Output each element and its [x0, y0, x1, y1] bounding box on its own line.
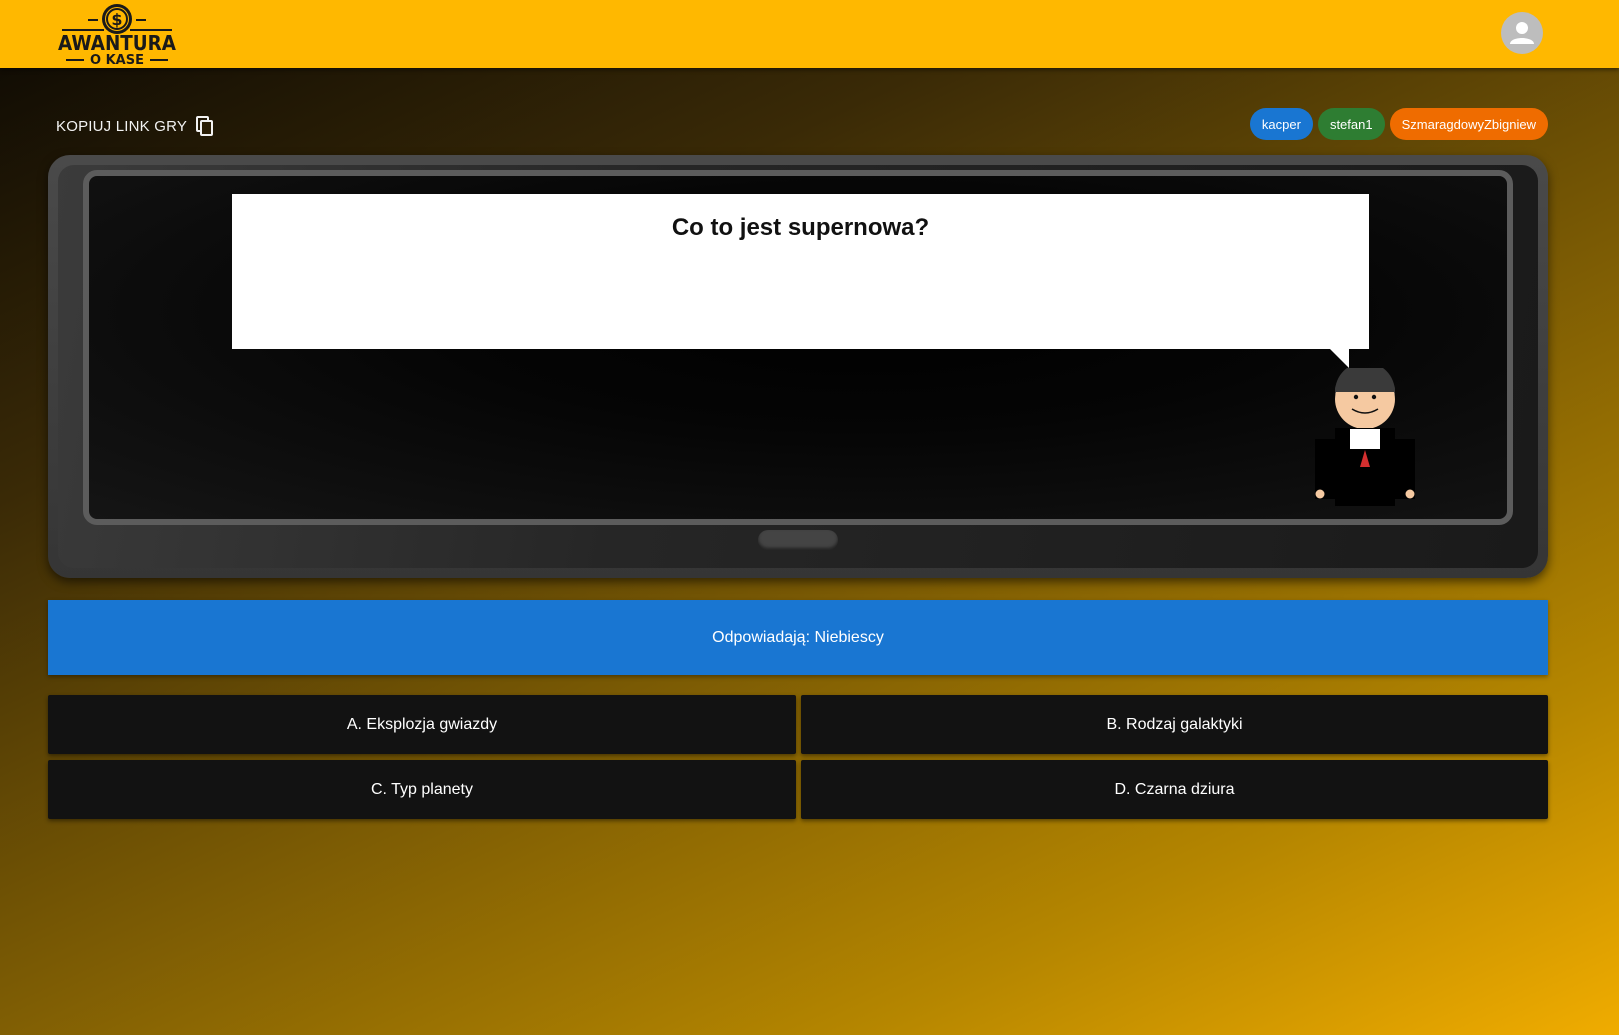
- answer-button-b[interactable]: B. Rodzaj galaktyki: [801, 695, 1548, 754]
- copy-link-label: KOPIUJ LINK GRY: [56, 117, 188, 135]
- player-chip-stefan1[interactable]: stefan1: [1317, 108, 1385, 140]
- answer-button-a[interactable]: A. Eksplozja gwiazdy: [48, 695, 796, 754]
- host-character-icon: [1315, 368, 1415, 506]
- player-chip-szmaragdowyzbigniew[interactable]: SzmaragdowyZbigniew: [1389, 108, 1548, 140]
- answering-team-banner: Odpowiadają: Niebiescy: [48, 600, 1548, 675]
- logo-line1: AWANTURA: [58, 31, 176, 55]
- players-list: kacper stefan1 SzmaragdowyZbigniew: [1249, 108, 1548, 140]
- svg-text:$: $: [111, 10, 122, 29]
- tv-screen: Co to jest supernowa?: [83, 170, 1513, 525]
- question-speech-bubble: Co to jest supernowa?: [232, 194, 1369, 349]
- tv-knob: [758, 530, 838, 550]
- answers-grid: A. Eksplozja gwiazdy B. Rodzaj galaktyki…: [48, 695, 1548, 819]
- top-app-bar: $ AWANTURA O KASE: [0, 0, 1619, 68]
- copy-icon: [196, 116, 214, 136]
- person-icon: [1510, 22, 1534, 44]
- question-text: Co to jest supernowa?: [671, 214, 930, 241]
- answer-button-d[interactable]: D. Czarna dziura: [801, 760, 1548, 819]
- copy-game-link-button[interactable]: KOPIUJ LINK GRY: [56, 114, 214, 138]
- awantura-logo[interactable]: $ AWANTURA O KASE: [54, 0, 180, 66]
- player-chip-kacper[interactable]: kacper: [1249, 108, 1313, 140]
- dollar-coin-icon: $: [102, 4, 132, 34]
- tv-body: Co to jest supernowa?: [58, 165, 1538, 568]
- user-avatar-button[interactable]: [1501, 12, 1543, 54]
- answer-button-c[interactable]: C. Typ planety: [48, 760, 796, 819]
- logo-line2: O KASE: [90, 53, 144, 66]
- speech-bubble-tail: [1329, 348, 1349, 368]
- tv-frame: Co to jest supernowa?: [48, 155, 1548, 578]
